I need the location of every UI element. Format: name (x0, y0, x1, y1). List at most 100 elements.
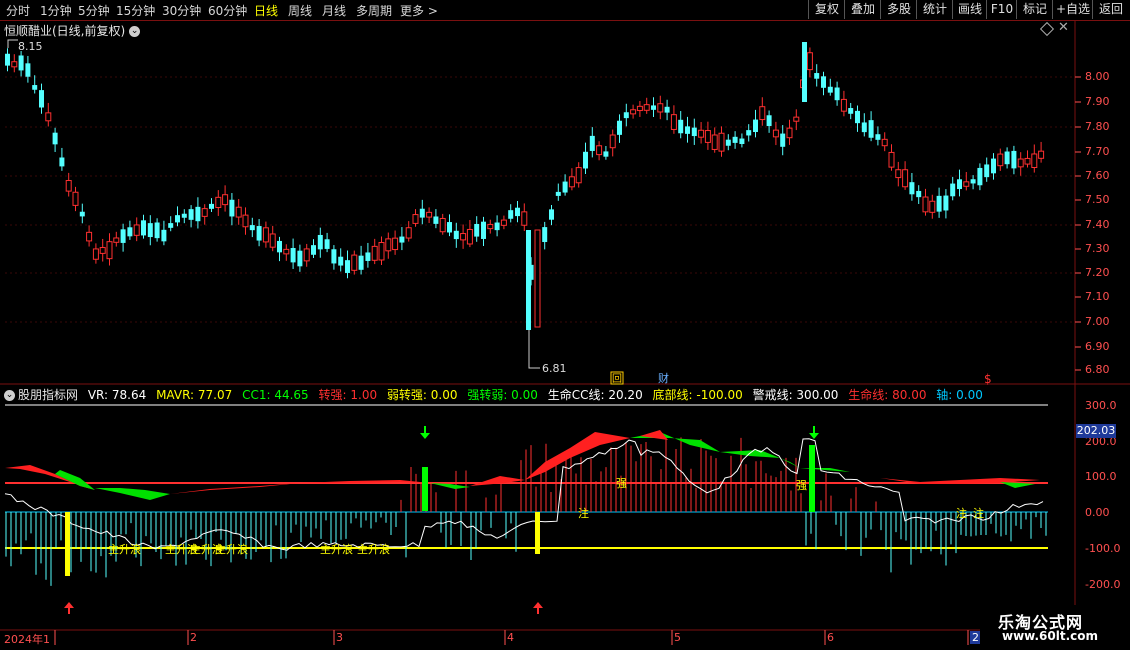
candle (555, 191, 561, 196)
candle (72, 191, 79, 206)
candle (1038, 150, 1045, 159)
candle (575, 167, 582, 184)
candle (311, 245, 316, 255)
trend-ribbon (95, 488, 170, 500)
candle (643, 104, 650, 111)
weak-signal-bar (809, 445, 815, 512)
indicator-legend: ⌄ 股朋指标网 VR: 78.64 MAVR: 77.07 CC1: 44.65 … (4, 386, 989, 403)
price-tick: 7.90 (1085, 95, 1110, 108)
candle (718, 132, 725, 152)
annotation-text: 主升浪 (215, 542, 248, 556)
price-tick: 7.80 (1085, 120, 1110, 133)
candle (120, 229, 126, 243)
candle (623, 112, 629, 119)
high-price-label: 8.15 (18, 40, 43, 53)
candle (371, 245, 378, 261)
indicator-tick: 300.0 (1085, 399, 1117, 412)
candle (916, 190, 922, 198)
candle (500, 219, 507, 226)
dividend-marker[interactable]: $ (984, 372, 992, 386)
candle (52, 132, 58, 145)
chart-canvas[interactable]: 主升浪 主升浪 主升浪 主升浪 主升浪 主升浪 强 强 注 注 注 回 财 $ … (0, 0, 1130, 650)
candle (793, 116, 800, 122)
candle (929, 200, 936, 213)
candle (848, 108, 854, 114)
candle (283, 248, 290, 255)
candle (11, 61, 18, 68)
candle (1004, 151, 1010, 165)
candle (664, 106, 670, 113)
candle (65, 180, 72, 192)
warning-line-value: 警戒线: 300.00 (752, 388, 839, 402)
candle (338, 256, 344, 266)
candle (868, 120, 874, 138)
trend-ribbon (470, 476, 525, 486)
candle (154, 222, 160, 239)
candle (855, 110, 860, 124)
trend-ribbon (720, 450, 800, 468)
annotation-text: 注 (973, 506, 984, 520)
bottom-line-value: 底部线: -100.00 (652, 388, 743, 402)
candle (133, 224, 140, 236)
green-down-arrow-icon (809, 426, 819, 439)
candle (201, 208, 208, 217)
red-up-arrow-icon (533, 602, 543, 614)
candle (957, 179, 962, 190)
candle (670, 114, 677, 130)
date-label: 4 (507, 631, 514, 644)
candle (106, 241, 113, 260)
candle (412, 214, 419, 224)
chevron-down-icon[interactable]: ⌄ (4, 390, 15, 401)
indicator-tick: -200.0 (1085, 578, 1121, 591)
candle (909, 182, 915, 195)
candle (249, 225, 255, 231)
candle (481, 221, 486, 239)
candle (99, 247, 106, 254)
date-label: 3 (336, 631, 343, 644)
candle (79, 211, 85, 217)
candle (447, 222, 452, 233)
annotation-text: 注 (956, 506, 967, 520)
candle (141, 220, 146, 236)
candle (18, 55, 24, 71)
candle (691, 127, 697, 137)
hui-marker[interactable]: 回 (612, 373, 622, 385)
candle (786, 127, 793, 139)
candle (215, 196, 222, 208)
candle (725, 139, 731, 146)
date-label: 6 (827, 631, 834, 644)
candle (487, 223, 494, 230)
low-price-label: 6.81 (542, 362, 567, 375)
cc1-value: CC1: 44.65 (242, 388, 309, 402)
indicator-name[interactable]: 股朋指标网 (18, 388, 78, 402)
candle (269, 233, 276, 248)
candle (399, 236, 405, 243)
life-cc-value: 生命CC线: 20.20 (547, 388, 643, 402)
price-tick: 7.30 (1085, 242, 1110, 255)
candle (92, 248, 99, 260)
candle (596, 145, 603, 156)
candle (1024, 157, 1031, 165)
trend-ribbon (525, 432, 630, 480)
candle (950, 183, 956, 197)
candle (922, 196, 929, 213)
life-line-value: 生命线: 80.00 (848, 388, 927, 402)
candle (222, 194, 229, 206)
finance-marker[interactable]: 财 (658, 371, 669, 385)
candle (392, 237, 399, 251)
candle (242, 214, 249, 228)
price-tick: 7.40 (1085, 218, 1110, 231)
candle (549, 209, 554, 220)
price-tick: 7.10 (1085, 290, 1110, 303)
price-tick: 7.60 (1085, 169, 1110, 182)
annotation-text: 主升浪 (108, 542, 141, 556)
candle (603, 151, 609, 157)
candle (881, 138, 888, 147)
candle (943, 195, 949, 211)
candle (297, 250, 303, 267)
price-tick: 7.00 (1085, 315, 1110, 328)
candle (630, 109, 637, 115)
candle (235, 206, 242, 218)
date-label: 2 (190, 631, 197, 644)
date-label: 5 (674, 631, 681, 644)
